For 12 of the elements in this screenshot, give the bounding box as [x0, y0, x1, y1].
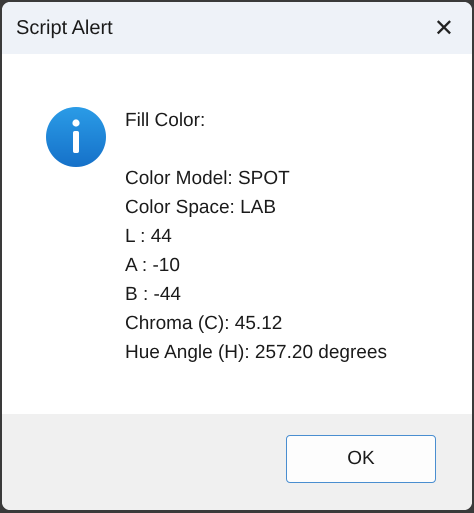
message-line: B : -44 [125, 283, 182, 307]
message-line: Color Model: SPOT [125, 167, 291, 191]
window-title: Script Alert [16, 16, 113, 40]
close-button[interactable]: ✕ [430, 16, 458, 40]
info-icon [45, 106, 107, 168]
ok-button[interactable]: OK [286, 435, 436, 483]
message-line: Hue Angle (H): 257.20 degrees [125, 341, 387, 365]
message-line: A : -10 [125, 254, 181, 278]
message-line: Color Space: LAB [125, 196, 278, 220]
message-line: Chroma (C): 45.12 [125, 312, 284, 336]
message-heading: Fill Color: [125, 109, 206, 133]
message-line: L : 44 [125, 225, 173, 249]
